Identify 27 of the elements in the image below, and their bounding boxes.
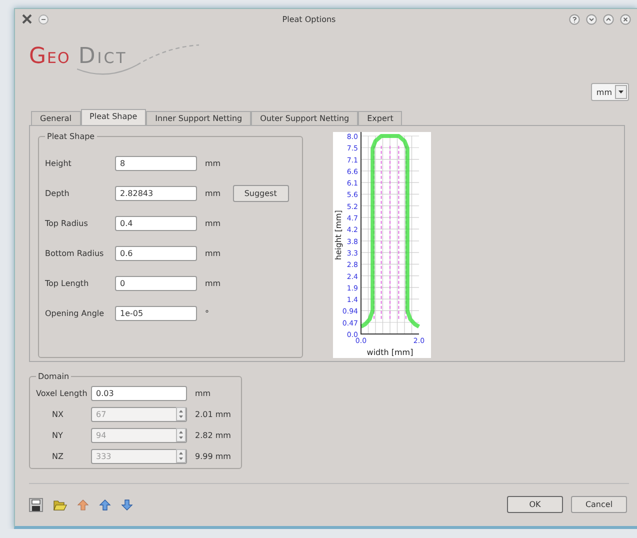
- field-label: NY: [51, 430, 64, 440]
- unit-label: mm: [205, 218, 221, 228]
- field-label: Height: [45, 158, 72, 168]
- unit-label: mm: [195, 388, 211, 398]
- x-axis-title: width [mm]: [366, 348, 414, 357]
- window-title: Pleat Options: [282, 14, 336, 24]
- y-axis-title: height [mm]: [334, 210, 343, 260]
- field-label: Opening Angle: [45, 308, 106, 318]
- group-title: Pleat Shape: [46, 132, 96, 141]
- unit-label: mm: [205, 248, 221, 258]
- field-label: NX: [51, 410, 64, 418]
- logo-text: Geo: [29, 44, 70, 69]
- unit-label: mm: [205, 188, 221, 198]
- unit-label: 9.99 mm: [195, 452, 231, 460]
- group-title: Domain: [37, 372, 70, 381]
- unit-label: mm: [205, 158, 221, 168]
- field-label: Top Radius: [45, 218, 89, 228]
- field-label: Voxel Length: [36, 388, 88, 398]
- field-label: Depth: [45, 188, 70, 198]
- unit-label: 2.82 mm: [195, 430, 231, 440]
- field-label: Top Length: [45, 278, 90, 288]
- field-label: Bottom Radius: [45, 248, 105, 258]
- logo-text: Dict: [78, 44, 128, 69]
- unit-label: mm: [205, 278, 221, 288]
- unit-label: 2.01 mm: [195, 410, 231, 418]
- field-label: NZ: [51, 452, 64, 460]
- unit-label: °: [205, 308, 209, 318]
